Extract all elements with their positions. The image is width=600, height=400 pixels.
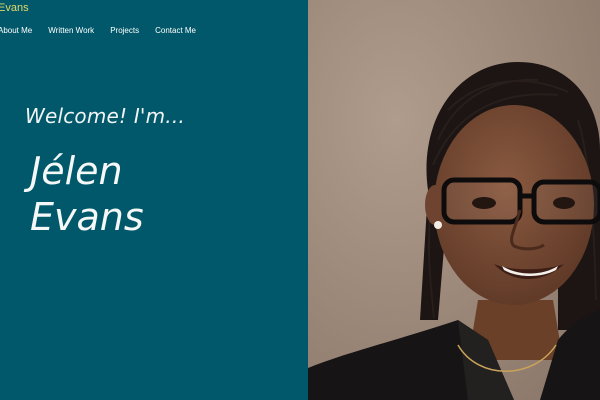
nav-item-contact-me[interactable]: Contact Me: [155, 26, 196, 35]
main-nav: About Me Written Work Projects Contact M…: [0, 26, 212, 35]
portrait-illustration: [308, 0, 600, 400]
nav-item-about-me[interactable]: About Me: [0, 26, 32, 35]
nav-item-written-work[interactable]: Written Work: [48, 26, 94, 35]
nav-item-projects[interactable]: Projects: [110, 26, 139, 35]
page: Evans About Me Written Work Projects Con…: [0, 0, 600, 400]
hero-panel: Evans About Me Written Work Projects Con…: [0, 0, 308, 400]
profile-photo: [308, 0, 600, 400]
site-title[interactable]: Evans: [0, 2, 29, 14]
first-name: Jélen: [30, 149, 123, 193]
welcome-text: Welcome! I'm...: [25, 104, 185, 128]
hero-name: Jélen Evans: [30, 148, 144, 240]
last-name: Evans: [30, 195, 144, 239]
